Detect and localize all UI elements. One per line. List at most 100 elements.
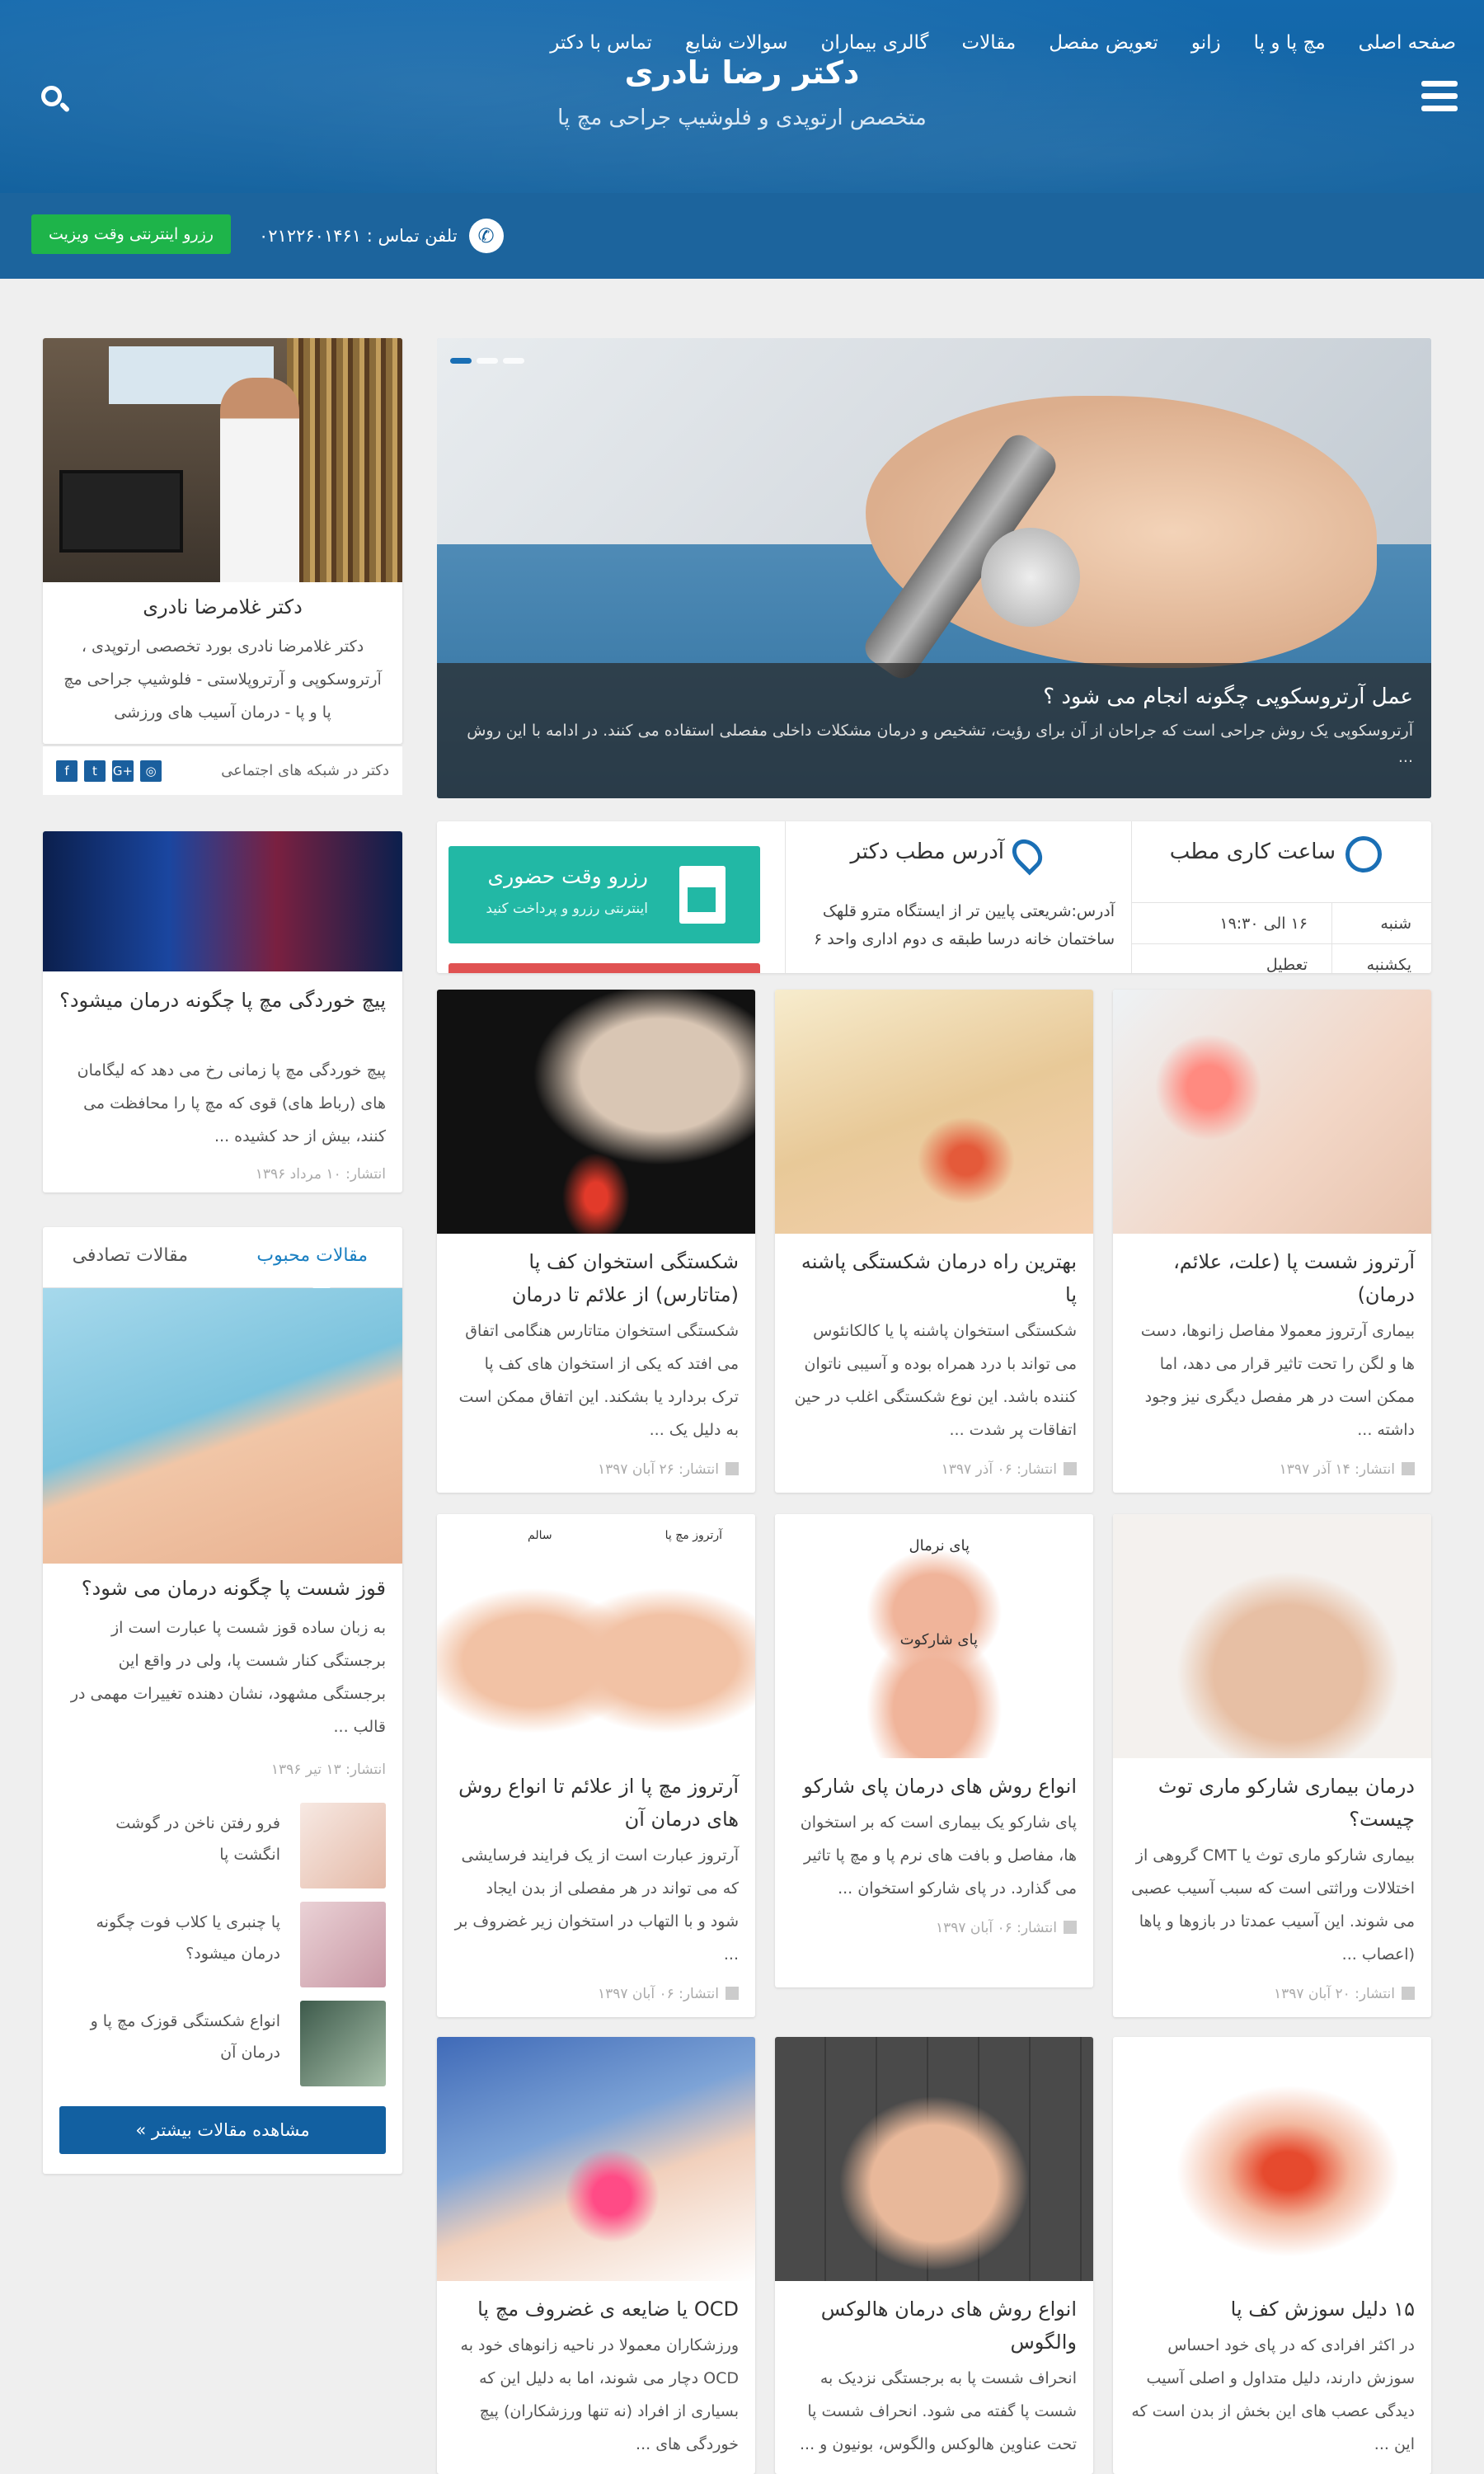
article-excerpt: در اکثر افرادی که در پای خود احساس سوزش …	[1131, 2336, 1415, 2453]
phone-number[interactable]: تلفن تماس : ۰۲۱۲۲۶۰۱۴۶۱	[259, 226, 458, 246]
more-articles-button[interactable]: مشاهده مقالات بیشتر »	[59, 2106, 386, 2154]
side-article-title[interactable]: پیچ خوردگی مچ پا چگونه درمان میشود؟	[59, 983, 386, 1018]
secondary-booking-button[interactable]	[448, 963, 760, 973]
article-date: انتشار: ۱۴ آذر ۱۳۹۷	[1280, 1461, 1415, 1478]
article-excerpt: شکستگی استخوان پاشنه پا یا کالکانئوس می …	[794, 1322, 1077, 1439]
mini-article[interactable]: پا چنبری یا کلاب فوت چگونه درمان میشود؟	[59, 1902, 386, 1992]
nav-item-contact[interactable]: تماس با دکتر	[550, 32, 652, 54]
nav-item-home[interactable]: صفحه اصلی	[1359, 32, 1456, 54]
article-card[interactable]: ۱۵ دلیل سوزش کف پا در اکثر افرادی که در …	[1113, 2037, 1431, 2474]
featured-article-image[interactable]	[43, 1288, 402, 1564]
hero-slider[interactable]: عمل آرتروسکوپی چگونه انجام می شود ؟ آرتر…	[437, 338, 1431, 798]
nav-item-knee[interactable]: زانو	[1191, 32, 1221, 54]
article-card[interactable]: درمان بیماری شارکو ماری توث چیست؟ بیماری…	[1113, 1514, 1431, 2017]
article-title[interactable]: بهترین راه درمان شکستگی پاشنه پا	[791, 1245, 1077, 1311]
calendar-icon	[1064, 1462, 1077, 1475]
hours-title: ساعت کاری مطب	[1169, 840, 1336, 864]
mini-article[interactable]: فرو رفتن ناخن در گوشت انگشت پا	[59, 1803, 386, 1893]
article-image: آرتروز مچ پا سالم	[437, 1514, 755, 1758]
nav-item-articles[interactable]: مقالات	[962, 32, 1017, 54]
article-title[interactable]: آرتروز مچ پا از علائم تا انواع روش های د…	[453, 1770, 739, 1836]
address-title: آدرس مطب دکتر	[850, 840, 1004, 864]
mini-article-title[interactable]: پا چنبری یا کلاب فوت چگونه درمان میشود؟	[82, 1907, 280, 1969]
nav-item-foot-ankle[interactable]: مچ پا و پا	[1254, 32, 1326, 54]
site-subtitle: متخصص ارتوپدی و فلوشیپ جراحی مچ پا	[557, 106, 927, 130]
photo-monitor	[59, 470, 183, 553]
mini-article-title[interactable]: فرو رفتن ناخن در گوشت انگشت پا	[82, 1808, 280, 1870]
article-card[interactable]: آرتروز مچ پا سالم آرتروز مچ پا از علائم …	[437, 1514, 755, 2017]
hours-day: شنبه	[1380, 915, 1411, 933]
instagram-icon[interactable]: ◎	[140, 760, 162, 782]
online-booking-button[interactable]: رزرو اینترنتی وقت ویزیت	[31, 214, 231, 254]
article-date: انتشار: ۰۶ آذر ۱۳۹۷	[942, 1461, 1077, 1478]
doctor-name: دکتر غلامرضا نادری	[143, 595, 303, 618]
visit-title: رزرو وقت حضوری	[487, 864, 648, 888]
tab-random[interactable]: مقالات تصادفی	[73, 1245, 188, 1266]
article-date: انتشار: ۰۶ آبان ۱۳۹۷	[936, 1920, 1077, 1936]
article-image	[1113, 1514, 1431, 1758]
side-article-card[interactable]: پیچ خوردگی مچ پا چگونه درمان میشود؟ پیچ …	[43, 831, 402, 1192]
hours-divider	[1331, 903, 1332, 944]
side-article-excerpt: پیچ خوردگی مچ پا زمانی رخ می دهد که لیگا…	[77, 1061, 386, 1145]
featured-article-date: انتشار: ۱۳ تیر ۱۳۹۶	[271, 1761, 386, 1778]
mini-article[interactable]: انواع شکستگی قوزک مچ پا و درمان آن	[59, 2001, 386, 2091]
nav-item-gallery[interactable]: گالری بیماران	[820, 32, 928, 54]
article-title[interactable]: شکستگی استخوان کف پا (متاتارس) از علائم …	[453, 1245, 739, 1311]
date-text: انتشار: ۱۰ مرداد ۱۳۹۶	[255, 1166, 386, 1183]
article-image: پای نرمال پای شارکوت	[775, 1514, 1093, 1758]
date-text: انتشار: ۲۰ آبان ۱۳۹۷	[1273, 1986, 1395, 2002]
article-excerpt: بیماری آرتروز معمولا مفاصل زانوها، دست ه…	[1140, 1322, 1415, 1439]
article-date: انتشار: ۲۶ آبان ۱۳۹۷	[598, 1461, 739, 1478]
search-icon[interactable]	[41, 86, 71, 114]
featured-article-title[interactable]: قوز شست پا چگونه درمان می شود؟	[59, 1577, 386, 1600]
article-card[interactable]: آرتروز شست پا (علت، علائم، درمان) بیماری…	[1113, 990, 1431, 1493]
date-text: انتشار: ۲۶ آبان ۱۳۹۷	[597, 1461, 719, 1478]
hours-time: ۱۶ الی ۱۹:۳۰	[1219, 915, 1308, 933]
article-image	[437, 990, 755, 1234]
tab-popular[interactable]: مقالات محبوب	[256, 1245, 368, 1266]
slide-image-device	[981, 528, 1080, 627]
google-plus-icon[interactable]: G+	[112, 760, 134, 782]
clinic-address: آدرس مطب دکتر آدرس:شریعتی پایین تر از ای…	[785, 821, 1131, 973]
article-image	[437, 2037, 755, 2281]
image-label: پای نرمال	[909, 1537, 970, 1554]
article-card[interactable]: پای نرمال پای شارکوت انواع روش های درمان…	[775, 1514, 1093, 1987]
article-image	[1113, 2037, 1431, 2281]
social-links: f t G+ ◎ دکتر در شبکه های اجتماعی	[43, 745, 402, 795]
date-text: انتشار: ۱۳ تیر ۱۳۹۶	[270, 1761, 386, 1778]
slider-dot[interactable]	[503, 358, 524, 364]
article-title[interactable]: درمان بیماری شارکو ماری توث چیست؟	[1129, 1770, 1415, 1836]
slider-dot[interactable]	[477, 358, 498, 364]
date-text: انتشار: ۰۶ آبان ۱۳۹۷	[597, 1986, 719, 2002]
article-title[interactable]: انواع روش های درمان پای شارکو	[791, 1770, 1077, 1803]
article-excerpt: آرتروز عبارت است از یک فرایند فرسایشی که…	[454, 1846, 739, 1964]
twitter-icon[interactable]: t	[84, 760, 106, 782]
in-person-booking-button[interactable]: رزرو وقت حضوری اینترنتی رزرو و پرداخت کن…	[448, 846, 760, 943]
article-excerpt: بیماری شارکو ماری توث یا CMT گروهی از اخ…	[1131, 1846, 1415, 1964]
photo-shelf	[287, 338, 402, 582]
article-excerpt: شکستگی استخوان متاتارس هنگامی اتفاق می ا…	[458, 1322, 739, 1439]
working-hours: ساعت کاری مطب شنبه ۱۶ الی ۱۹:۳۰ یکشنبه ت…	[1131, 821, 1431, 973]
image-label: آرتروز مچ پا	[665, 1529, 722, 1542]
article-title[interactable]: ۱۵ دلیل سوزش کف پا	[1129, 2293, 1415, 2326]
slide-title[interactable]: عمل آرتروسکوپی چگونه انجام می شود ؟	[455, 684, 1413, 709]
article-title[interactable]: OCD یا ضایعه ی غضروف مچ پا	[453, 2293, 739, 2326]
slide-caption: عمل آرتروسکوپی چگونه انجام می شود ؟ آرتر…	[437, 663, 1431, 798]
article-card[interactable]: انواع روش های درمان هالوکس والگوس انحراف…	[775, 2037, 1093, 2474]
article-card[interactable]: OCD یا ضایعه ی غضروف مچ پا ورزشکاران معم…	[437, 2037, 755, 2474]
doctor-card: دکتر غلامرضا نادری دکتر غلامرضا نادری بو…	[43, 338, 402, 744]
article-image	[1113, 990, 1431, 1234]
nav-item-faq[interactable]: سوالات شایع	[685, 32, 788, 54]
featured-article-excerpt: به زبان ساده قوز شست پا عبارت است از برج…	[70, 1619, 386, 1736]
photo-person	[220, 378, 299, 582]
booking-column: رزرو وقت حضوری اینترنتی رزرو و پرداخت کن…	[437, 821, 785, 973]
article-title[interactable]: انواع روش های درمان هالوکس والگوس	[791, 2293, 1077, 2359]
mini-article-title[interactable]: انواع شکستگی قوزک مچ پا و درمان آن	[82, 2006, 280, 2068]
article-card[interactable]: شکستگی استخوان کف پا (متاتارس) از علائم …	[437, 990, 755, 1493]
article-card[interactable]: بهترین راه درمان شکستگی پاشنه پا شکستگی …	[775, 990, 1093, 1493]
facebook-icon[interactable]: f	[56, 760, 77, 782]
article-title[interactable]: آرتروز شست پا (علت، علائم، درمان)	[1129, 1245, 1415, 1311]
popular-articles-widget: مقالات محبوب مقالات تصادفی قوز شست پا چگ…	[43, 1227, 402, 2174]
slider-dot[interactable]	[450, 358, 472, 364]
nav-item-joint-replacement[interactable]: تعویض مفصل	[1049, 32, 1158, 54]
